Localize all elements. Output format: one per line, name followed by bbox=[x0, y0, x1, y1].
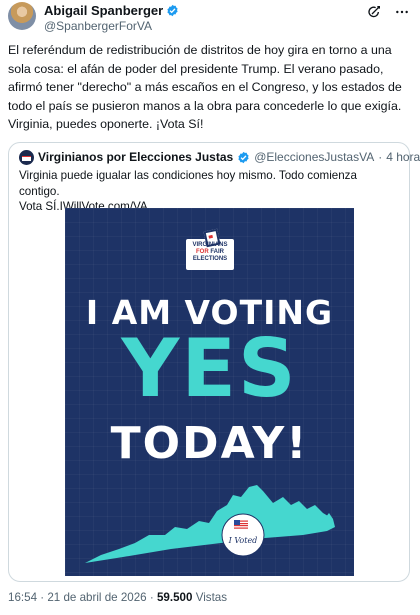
virginia-map-icon: I Voted bbox=[85, 485, 335, 563]
logo-text: VIRGINIANS FOR FAIR ELECTIONS bbox=[188, 242, 232, 263]
grok-icon[interactable] bbox=[366, 4, 382, 20]
views-label: Vistas bbox=[195, 591, 228, 604]
separator-dot: · bbox=[378, 150, 383, 164]
quoted-author-handle[interactable]: @EleccionesJustasVA bbox=[254, 150, 374, 164]
author-name[interactable]: Abigail Spanberger bbox=[44, 3, 163, 18]
logo-line-4: ELECTIONS bbox=[192, 256, 228, 262]
separator-dot: · bbox=[149, 591, 154, 604]
tweet-footer: 16:54 · 21 de abril de 2026 · 59.500 Vis… bbox=[8, 591, 227, 604]
more-icon[interactable] bbox=[394, 4, 410, 20]
poster-headline-yes: YES bbox=[121, 322, 298, 415]
quoted-timestamp[interactable]: 4 horas bbox=[386, 150, 420, 164]
post-time[interactable]: 16:54 bbox=[8, 591, 37, 604]
post-date[interactable]: 21 de abril de 2026 bbox=[47, 591, 146, 604]
views-count[interactable]: 59.500 bbox=[157, 591, 192, 604]
author-avatar[interactable] bbox=[8, 2, 36, 30]
separator-dot: · bbox=[40, 591, 45, 604]
quoted-author-avatar[interactable] bbox=[19, 149, 34, 165]
logo-line-2: FOR bbox=[195, 249, 209, 255]
verified-badge-icon bbox=[238, 151, 249, 163]
tweet-text: El referéndum de redistribución de distr… bbox=[8, 43, 402, 132]
author-handle[interactable]: @SpanbergerForVA bbox=[44, 19, 152, 33]
vfe-logo: VIRGINIANS FOR FAIR ELECTIONS bbox=[186, 228, 234, 270]
quoted-author-name[interactable]: Virginianos por Elecciones Justas bbox=[38, 150, 233, 164]
poster-image[interactable]: VIRGINIANS FOR FAIR ELECTIONS I AM VOTIN… bbox=[65, 208, 354, 576]
quoted-tweet[interactable]: Virginianos por Elecciones Justas @Elecc… bbox=[8, 142, 420, 582]
header-actions bbox=[366, 4, 410, 20]
logo-line-3: FAIR bbox=[210, 249, 224, 255]
logo-line-1: VIRGINIANS bbox=[192, 242, 228, 248]
verified-badge-icon bbox=[167, 4, 178, 17]
sticker-text: I Voted bbox=[228, 536, 258, 545]
sticker bbox=[221, 513, 265, 557]
poster-headline-today: TODAY! bbox=[110, 418, 309, 469]
quoted-tweet-header: Virginianos por Elecciones Justas @Elecc… bbox=[19, 149, 420, 165]
author-name-line: Abigail Spanberger bbox=[44, 3, 179, 18]
tweet-header: Abigail Spanberger @SpanbergerForVA bbox=[8, 2, 412, 38]
